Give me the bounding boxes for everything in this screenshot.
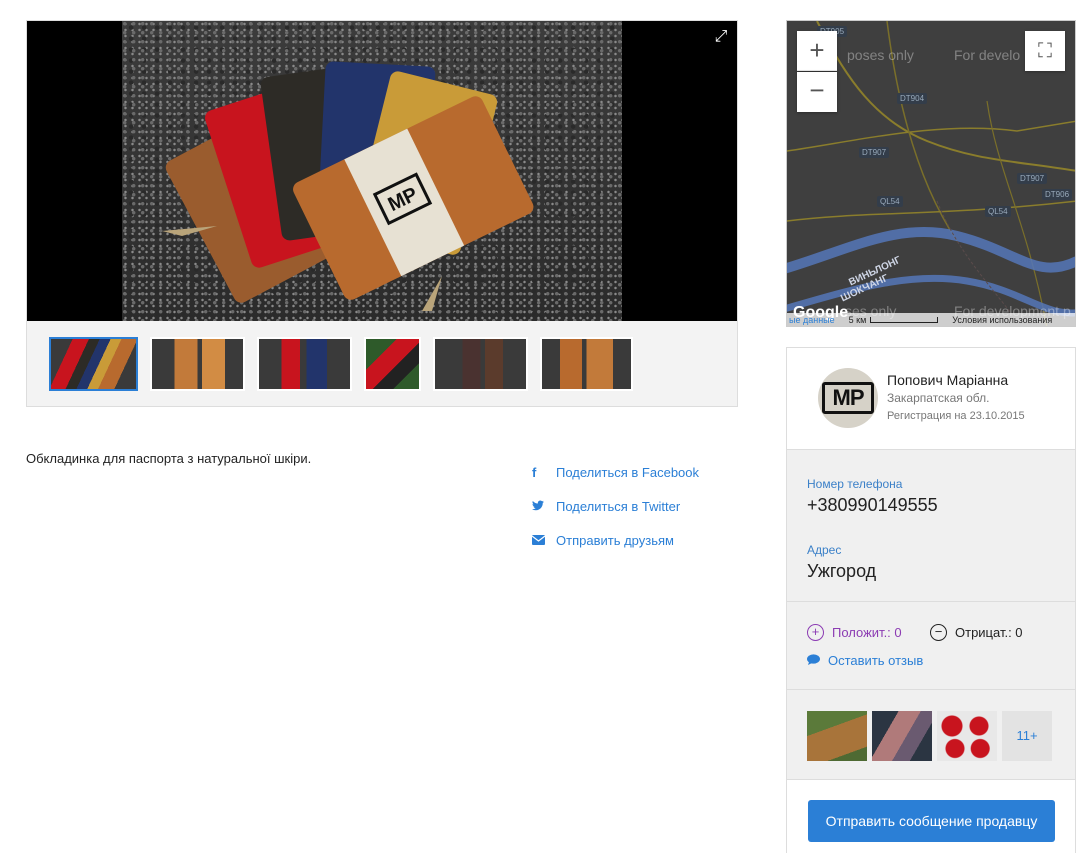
negative-reviews[interactable]: − Отрицат.: 0 (930, 624, 1023, 641)
map-footer: ые данные 5 км Условия использования (787, 313, 1075, 326)
seller-avatar[interactable]: MP (818, 368, 878, 428)
map-fullscreen-button[interactable]: ⛶ (1025, 31, 1065, 71)
other-ad-thumbnail[interactable] (807, 711, 867, 761)
road-label: QL54 (985, 206, 1011, 217)
map-watermark: poses only (847, 47, 914, 63)
more-ads-button[interactable]: 11+ (1002, 711, 1052, 761)
thumbnail-5[interactable] (433, 337, 528, 391)
seller-registration-date: Регистрация на 23.10.2015 (887, 410, 1025, 422)
address-label: Адрес (807, 543, 842, 557)
message-seller-button[interactable]: Отправить сообщение продавцу (808, 800, 1055, 842)
map-watermark: For develo (954, 47, 1021, 63)
minus-circle-icon: − (930, 624, 947, 641)
zoom-out-button[interactable]: − (797, 72, 837, 112)
thumbnail-4[interactable] (364, 337, 421, 391)
thumbnail-1[interactable] (49, 337, 138, 391)
product-page: MP ⤢ Обкладинка для паспорта з натуральн… (0, 0, 1086, 853)
leave-review-link[interactable]: Оставить отзыв (807, 653, 923, 668)
thumbnail-6[interactable] (540, 337, 633, 391)
main-photo[interactable]: MP ⤢ (27, 21, 737, 321)
contact-seller-area: Отправить сообщение продавцу (787, 780, 1075, 853)
map-scale: 5 км (848, 314, 867, 325)
phone-number[interactable]: +380990149555 (807, 495, 938, 516)
thumbnail-strip (49, 337, 633, 391)
road-label: DT904 (897, 93, 928, 104)
road-label: QL54 (877, 196, 903, 207)
seller-contacts: Номер телефона +380990149555 Адрес Ужгор… (787, 450, 1075, 602)
negative-count: Отрицат.: 0 (955, 625, 1023, 640)
leave-review-label: Оставить отзыв (828, 653, 924, 668)
expand-icon[interactable]: ⤢ (711, 27, 731, 47)
comment-icon (807, 653, 820, 668)
wallets-illustration: MP (162, 61, 534, 311)
product-description: Обкладинка для паспорта з натуральної шк… (26, 451, 312, 466)
share-email-label: Отправить друзьям (556, 532, 674, 548)
map-terms-link[interactable]: Условия использования (952, 315, 1052, 325)
share-email-link[interactable]: Отправить друзьям (531, 523, 699, 557)
positive-count: Положит.: 0 (832, 625, 902, 640)
map-data-link[interactable]: ые данные (789, 315, 835, 325)
plus-circle-icon: + (807, 624, 824, 641)
share-links: f Поделиться в Facebook Поделиться в Twi… (531, 455, 699, 557)
facebook-icon: f (532, 464, 537, 480)
seller-name[interactable]: Попович Маріанна (887, 372, 1008, 388)
other-ad-thumbnail[interactable] (937, 711, 997, 761)
product-photo: MP (122, 21, 622, 321)
address-value: Ужгород (807, 561, 877, 581)
map-scale-bar (870, 316, 939, 323)
phone-label: Номер телефона (807, 477, 903, 491)
share-facebook-link[interactable]: f Поделиться в Facebook (532, 455, 699, 489)
seller-header: MP Попович Маріанна Закарпатская обл. Ре… (787, 348, 1075, 450)
thumbnail-2[interactable] (150, 337, 245, 391)
road-label: DT907 (1017, 173, 1048, 184)
other-ad-thumbnail[interactable] (872, 711, 932, 761)
share-facebook-label: Поделиться в Facebook (556, 464, 700, 480)
seller-other-ads: 11+ (787, 690, 1075, 780)
photo-gallery: MP ⤢ (26, 20, 738, 407)
seller-region: Закарпатская обл. (887, 391, 990, 405)
twitter-icon (532, 499, 556, 514)
seller-card: MP Попович Маріанна Закарпатская обл. Ре… (786, 347, 1076, 853)
positive-reviews[interactable]: + Положит.: 0 (807, 624, 902, 641)
avatar-logo: MP (822, 382, 874, 414)
share-twitter-link[interactable]: Поделиться в Twitter (532, 489, 699, 523)
road-label: DT906 (1042, 189, 1073, 200)
seller-reviews: + Положит.: 0 − Отрицат.: 0 Оставить отз… (787, 602, 1075, 690)
envelope-icon (531, 533, 556, 548)
share-twitter-label: Поделиться в Twitter (556, 498, 681, 514)
thumbnail-3[interactable] (257, 337, 352, 391)
zoom-in-button[interactable]: + (797, 31, 837, 71)
road-label: DT907 (859, 147, 890, 158)
location-map[interactable]: poses only For develo ses only For devel… (786, 20, 1076, 327)
